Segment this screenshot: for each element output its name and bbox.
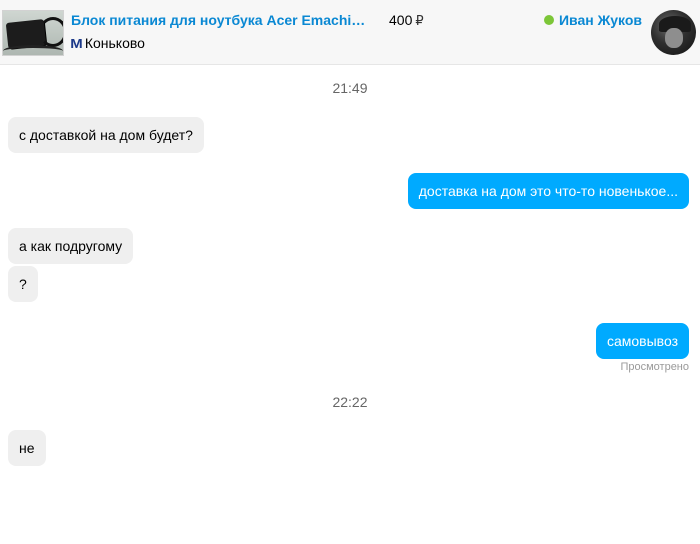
ad-price-value: 400 [389, 12, 413, 28]
seen-status: Просмотрено [620, 361, 689, 373]
incoming-message: а как подругому [8, 228, 134, 264]
avatar[interactable] [651, 10, 696, 55]
metro-location: М Коньково [70, 35, 145, 51]
ad-thumbnail[interactable] [2, 10, 64, 56]
time-separator: 21:49 [332, 80, 368, 96]
ad-price: 400 ₽ [389, 12, 424, 29]
incoming-message: ? [8, 266, 38, 302]
time-separator: 22:22 [332, 394, 368, 410]
incoming-message: не [8, 430, 46, 466]
currency-symbol: ₽ [415, 13, 424, 28]
metro-icon: М [70, 35, 82, 51]
ad-title-link[interactable]: Блок питания для ноутбука Acer Emachines… [71, 12, 371, 28]
metro-station-name: Коньково [84, 35, 145, 51]
chat-header: Блок питания для ноутбука Acer Emachines… [0, 0, 700, 65]
incoming-message: с доставкой на дом будет? [8, 117, 204, 153]
user-name-link[interactable]: Иван Жуков [543, 12, 642, 28]
online-status-icon [543, 15, 554, 25]
outgoing-message: доставка на дом это что-то новенькое... [407, 173, 689, 209]
user-name: Иван Жуков [558, 12, 642, 28]
outgoing-message: самовывоз [595, 323, 689, 359]
